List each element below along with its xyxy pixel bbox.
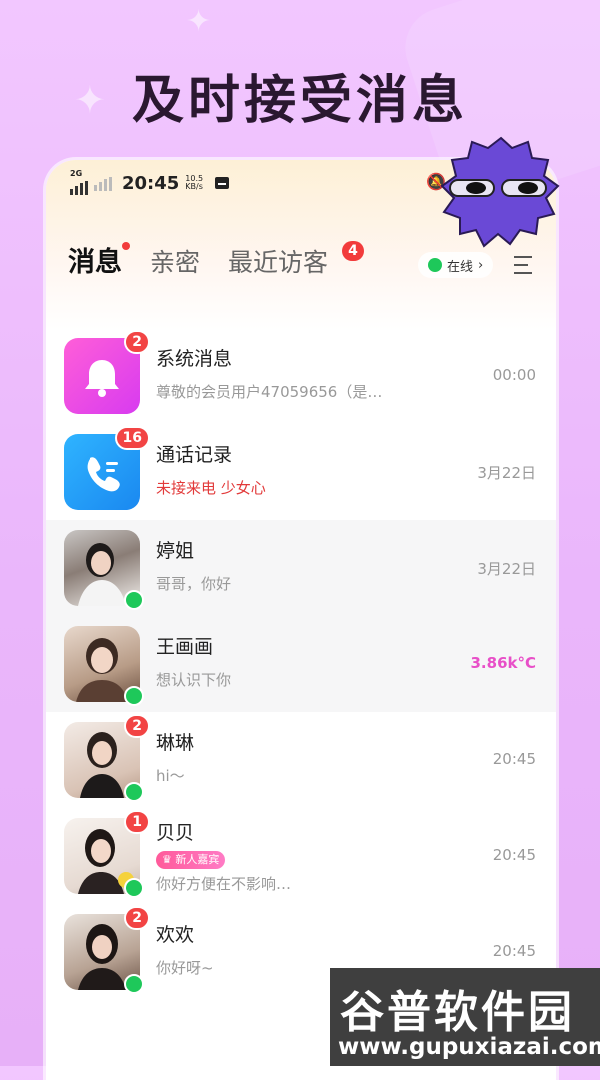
mascot-sticker (440, 136, 560, 248)
tab-intimate[interactable]: 亲密 (150, 243, 200, 279)
message-preview: hi～ (156, 767, 185, 785)
avatar: 16 (64, 426, 150, 510)
intimacy-score: 3.86k°C (470, 654, 537, 672)
phone-frame: 2G 20:45 10.5 KB/s 🔕 消息 亲密 最近访客 4 在线 › 2… (46, 160, 556, 1080)
online-status-toggle[interactable]: 在线 › (418, 252, 494, 278)
tab-bar: 消息 亲密 最近访客 4 (68, 240, 365, 279)
visitor-count-badge: 4 (342, 241, 365, 261)
chevron-right-icon: › (478, 257, 484, 273)
message-preview: 未接来电 少女心 (156, 479, 266, 497)
avatar (64, 530, 144, 610)
tab-messages[interactable]: 消息 (68, 240, 130, 279)
watermark-url: www.gupuxiazai.com (338, 1034, 600, 1060)
online-indicator (124, 590, 144, 610)
network-speed: 10.5 KB/s (185, 174, 204, 191)
online-status-label: 在线 (447, 259, 474, 275)
contact-name: 琳琳 (156, 732, 195, 754)
unread-badge: 2 (124, 714, 150, 738)
unread-badge: 2 (124, 906, 150, 930)
clock: 20:45 (122, 172, 180, 194)
conversation-row[interactable]: 16 通话记录 未接来电 少女心 3月22日 (46, 424, 556, 520)
unread-dot (122, 242, 130, 250)
online-indicator (124, 974, 144, 994)
message-preview: 尊敬的会员用户47059656（是… (156, 383, 383, 401)
timestamp: 20:45 (492, 942, 536, 960)
online-indicator (124, 878, 144, 898)
conversation-list: 2 系统消息 尊敬的会员用户47059656（是… 00:00 16 通话记录 … (46, 328, 556, 1000)
watermark: 谷普软件园 www.gupuxiazai.com (330, 968, 600, 1066)
conversation-row[interactable]: 王画画 想认识下你 3.86k°C (46, 616, 556, 712)
contact-name: 欢欢 (156, 924, 195, 946)
new-guest-tag: ♛ 新人嘉宾 (156, 851, 226, 869)
headline: 及时接受消息 (131, 71, 468, 131)
signal-icon-secondary (94, 175, 112, 191)
status-bar: 2G 20:45 10.5 KB/s (70, 169, 230, 196)
timestamp: 20:45 (492, 750, 536, 768)
unread-badge: 1 (124, 810, 150, 834)
sparkle-icon: ✦ (186, 4, 212, 39)
message-notification-icon (215, 177, 230, 189)
message-preview: 你好方便在不影响… (156, 875, 292, 893)
avatar: 2 (64, 330, 150, 414)
online-indicator-icon (428, 258, 442, 272)
timestamp: 3月22日 (477, 560, 536, 578)
timestamp: 00:00 (492, 366, 536, 384)
conversation-row[interactable]: 婷姐 哥哥，你好 3月22日 (46, 520, 556, 616)
online-indicator (124, 686, 144, 706)
signal-icon: 2G (70, 169, 88, 195)
unread-badge: 16 (114, 426, 150, 450)
avatar: 1 (64, 810, 150, 898)
message-preview: 想认识下你 (156, 671, 232, 689)
contact-name: 系统消息 (156, 348, 233, 370)
timestamp: 20:45 (492, 846, 536, 864)
watermark-title: 谷普软件园 (340, 987, 575, 1038)
network-type: 2G (70, 169, 83, 178)
conversation-row[interactable]: 2 系统消息 尊敬的会员用户47059656（是… 00:00 (46, 328, 556, 424)
message-preview: 哥哥，你好 (156, 575, 232, 593)
avatar (64, 626, 144, 706)
conversation-row[interactable]: 1 贝贝 ♛ 新人嘉宾 你好方便在不影响… 20:45 (46, 808, 556, 904)
contact-name: 贝贝 (156, 822, 195, 844)
avatar: 2 (64, 906, 150, 994)
online-indicator (124, 782, 144, 802)
timestamp: 3月22日 (477, 464, 536, 482)
unread-badge: 2 (124, 330, 150, 354)
avatar: 2 (64, 714, 150, 802)
tab-recent-visitors[interactable]: 最近访客 4 (228, 241, 365, 279)
conversation-row[interactable]: 2 琳琳 hi～ 20:45 (46, 712, 556, 808)
menu-icon[interactable] (514, 256, 532, 280)
